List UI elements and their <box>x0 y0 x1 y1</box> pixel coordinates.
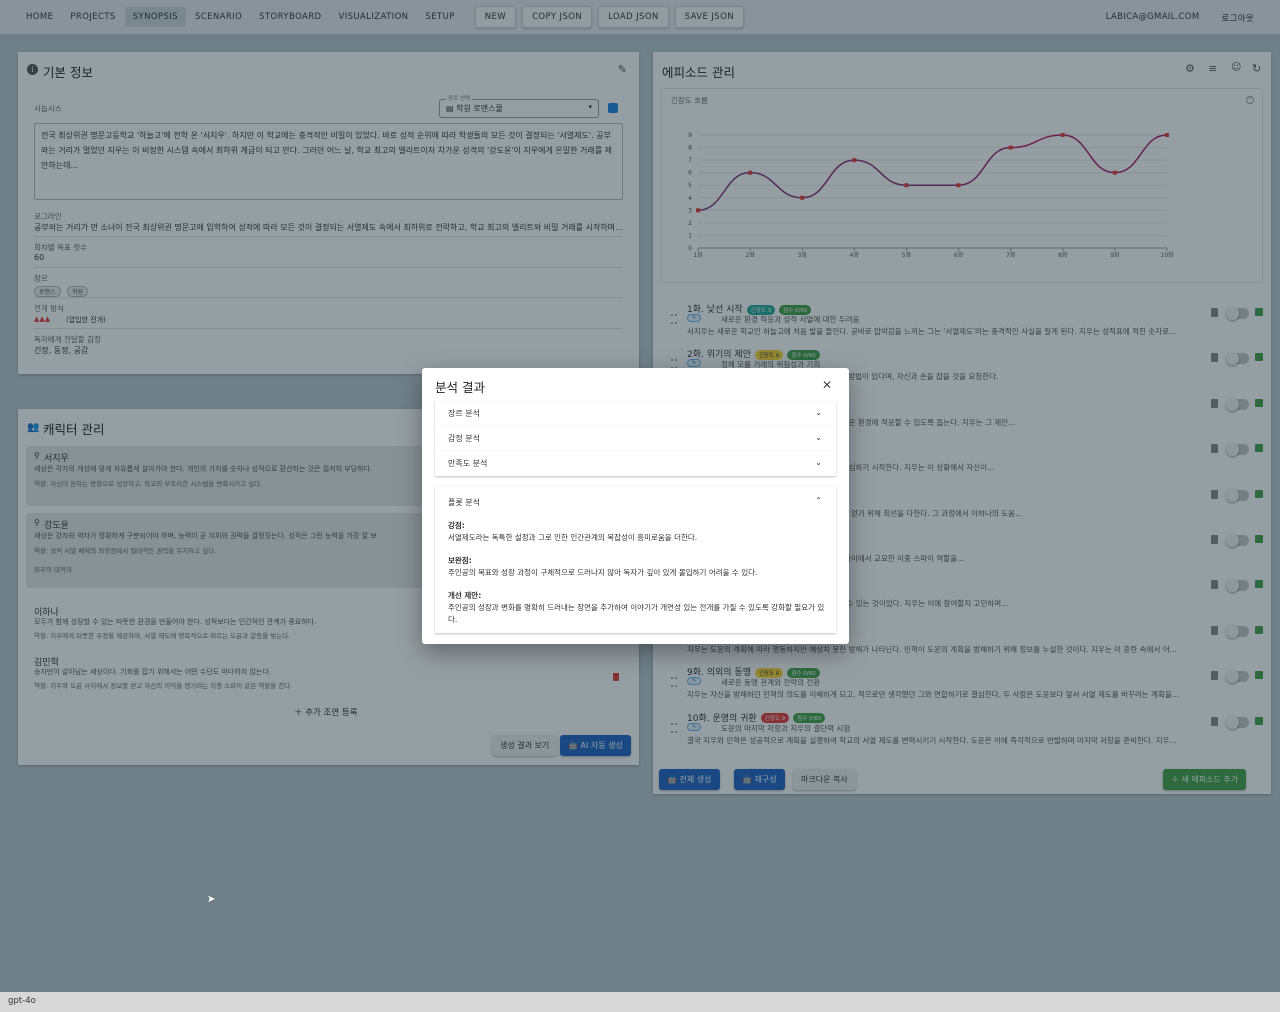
accordion-label: 감정 분석 <box>448 434 480 443</box>
close-icon[interactable]: ✕ <box>822 378 832 392</box>
suggestion-text: 주인공의 성장과 변화를 명확히 드러내는 장면을 추가하여 이야기가 개연성 … <box>448 603 825 624</box>
accordion-plot-analysis[interactable]: 플롯 분석 ⌃ 강점: 서열제도라는 독특한 설정과 그로 인한 인간관계의 복… <box>435 486 836 633</box>
analysis-result-modal: 분석 결과 ✕ 장르 분석 ⌄ 감정 분석 ⌄ 만족도 분석 ⌄ 플롯 분석 ⌃… <box>422 368 849 644</box>
weakness-label: 보완점: <box>448 556 472 565</box>
suggestion-label: 개선 제안: <box>448 591 482 600</box>
accordion-genre-analysis[interactable]: 장르 분석 ⌄ <box>435 401 836 426</box>
strength-label: 강점: <box>448 521 465 530</box>
accordion-label: 장르 분석 <box>448 409 480 418</box>
chevron-down-icon: ⌄ <box>815 458 822 467</box>
strength-text: 서열제도라는 독특한 설정과 그로 인한 인간관계의 복잡성이 흥미로움을 더한… <box>448 533 698 542</box>
model-status-bar: gpt-4o <box>0 992 1280 1012</box>
modal-title: 분석 결과 <box>435 380 485 395</box>
chevron-up-icon: ⌃ <box>815 496 822 505</box>
accordion-satisfaction-analysis[interactable]: 만족도 분석 ⌄ <box>435 451 836 476</box>
weakness-text: 주인공의 목표와 성장 과정이 구체적으로 드러나지 않아 독자가 깊이 있게 … <box>448 568 758 577</box>
accordion-emotion-analysis[interactable]: 감정 분석 ⌄ <box>435 426 836 451</box>
model-name: gpt-4o <box>8 996 36 1006</box>
accordion-label: 만족도 분석 <box>448 459 488 468</box>
mouse-cursor-icon: ➤ <box>207 894 216 905</box>
chevron-down-icon: ⌄ <box>815 408 822 417</box>
accordion-label: 플롯 분석 <box>448 498 480 507</box>
chevron-down-icon: ⌄ <box>815 433 822 442</box>
